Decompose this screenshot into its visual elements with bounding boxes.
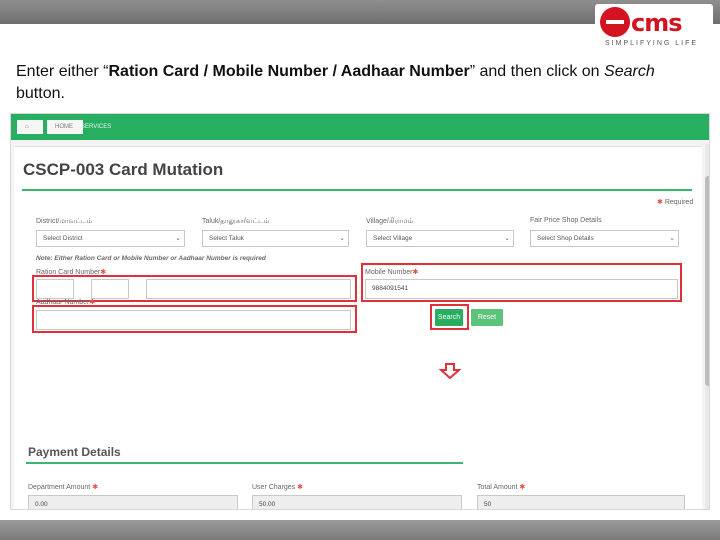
user-charges-label: User Charges ✱: [252, 484, 303, 491]
logo-tagline: SIMPLIFYING LIFE: [605, 40, 699, 47]
user-charges-field: 50.00: [252, 495, 462, 509]
required-star-icon: ✱: [517, 484, 526, 491]
app-screenshot: ⌂ HOME SERVICES CSCP-003 Card Mutation ✱…: [10, 113, 710, 510]
tutorial-slide: cms SIMPLIFYING LIFE Enter either “Ratio…: [0, 0, 720, 540]
department-amount-label: Department Amount ✱: [28, 484, 99, 491]
scrollbar-thumb[interactable]: [705, 176, 709, 386]
home-icon: ⌂: [25, 124, 29, 130]
shop-label: Fair Price Shop Details: [530, 217, 602, 224]
chevron-down-icon: ⌄: [669, 235, 675, 242]
breadcrumb-services[interactable]: SERVICES: [81, 120, 111, 134]
taluk-select[interactable]: Select Taluk ⌄: [202, 230, 349, 247]
page-title: CSCP-003 Card Mutation: [23, 160, 224, 179]
chevron-down-icon: ⌄: [339, 235, 345, 242]
instruction-button-name: Search: [604, 63, 655, 80]
breadcrumb-home-label[interactable]: HOME: [47, 120, 83, 134]
breadcrumb-home-link[interactable]: ⌂: [17, 120, 43, 134]
total-amount-field: 50: [477, 495, 685, 509]
logo-mark-icon: [600, 7, 630, 37]
cms-logo: cms SIMPLIFYING LIFE: [595, 4, 713, 50]
required-star-icon: ✱: [657, 199, 665, 206]
aadhaar-highlight: [32, 305, 357, 333]
required-note: ✱ Required: [657, 199, 694, 206]
breadcrumb: ⌂ HOME SERVICES: [11, 114, 709, 140]
chevron-down-icon: ⌄: [504, 235, 510, 242]
payment-details-title: Payment Details: [28, 445, 121, 459]
district-select[interactable]: Select District ⌄: [36, 230, 185, 247]
logo-text: cms: [631, 9, 683, 37]
instruction-text: Enter either “Ration Card / Mobile Numbe…: [16, 63, 655, 102]
taluk-label: Taluk/தாலுகா/வட்டம்: [202, 218, 270, 225]
slide-footer-bar: [0, 520, 720, 540]
village-label: Village/கிராமம்: [366, 218, 414, 225]
card-mutation-form: CSCP-003 Card Mutation ✱ Required Distri…: [14, 146, 702, 509]
arrow-down-icon: [439, 363, 461, 379]
district-label: District/மாவட்டம்: [36, 218, 93, 225]
total-amount-label: Total Amount ✱: [477, 484, 526, 491]
mobile-number-highlight: [361, 263, 682, 302]
search-button-highlight: [430, 304, 469, 330]
chevron-down-icon: ⌄: [175, 235, 181, 242]
required-star-icon: ✱: [90, 484, 99, 491]
title-divider: [22, 189, 692, 191]
instruction-fields: Ration Card / Mobile Number / Aadhaar Nu…: [108, 63, 470, 80]
required-star-icon: ✱: [295, 484, 303, 491]
payment-details-divider: [26, 462, 463, 464]
village-select[interactable]: Select Village ⌄: [366, 230, 514, 247]
shop-select[interactable]: Select Shop Details ⌄: [530, 230, 679, 247]
reset-button[interactable]: Reset: [471, 309, 503, 326]
department-amount-field: 0.00: [28, 495, 238, 509]
form-note: Note: Either Ration Card or Mobile Numbe…: [36, 255, 266, 262]
